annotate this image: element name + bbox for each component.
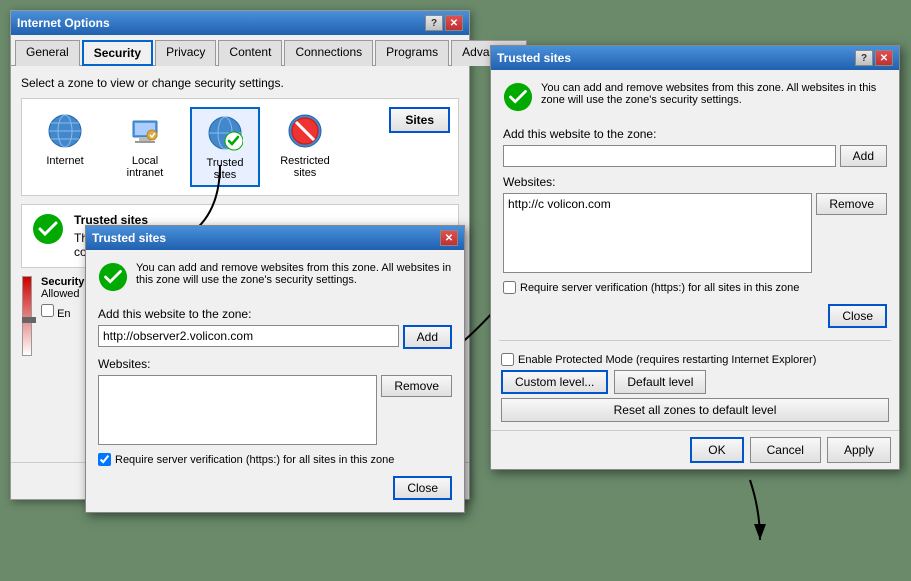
large-input-group: Add bbox=[503, 145, 887, 167]
large-checkbox-label: Require server verification (https:) for… bbox=[520, 282, 799, 294]
small-close-x[interactable]: ✕ bbox=[440, 230, 458, 246]
enable-checkbox-row: En bbox=[41, 304, 84, 320]
enable-label: En bbox=[57, 308, 70, 320]
small-websites-list bbox=[98, 375, 377, 445]
zone-restricted-sites-label: Restricted sites bbox=[274, 155, 336, 179]
zone-internet[interactable]: Internet bbox=[30, 107, 100, 171]
large-websites-area: http://c volicon.com Remove bbox=[503, 193, 887, 273]
security-label-area: Security Allowed En bbox=[41, 276, 84, 320]
large-check-icon bbox=[503, 82, 533, 112]
large-apply-button[interactable]: Apply bbox=[827, 437, 891, 463]
small-dialog-footer: Close bbox=[98, 476, 452, 500]
local-intranet-icon bbox=[125, 111, 165, 151]
large-close-x[interactable]: ✕ bbox=[875, 50, 893, 66]
large-dialog-title: Trusted sites bbox=[497, 51, 571, 65]
small-dialog-desc: You can add and remove websites from thi… bbox=[98, 262, 452, 295]
zone-local-intranet-label: Local intranet bbox=[114, 155, 176, 179]
small-dialog-controls: ✕ bbox=[440, 230, 458, 246]
large-website-input[interactable] bbox=[503, 145, 836, 167]
large-dialog-lower: Enable Protected Mode (requires restarti… bbox=[491, 341, 899, 430]
large-dialog-controls: ? ✕ bbox=[855, 50, 893, 66]
security-label: Security bbox=[41, 276, 84, 288]
large-dialog-footer: Close bbox=[503, 304, 887, 328]
small-input-group: Add bbox=[98, 325, 452, 349]
tab-connections[interactable]: Connections bbox=[284, 40, 373, 66]
zone-description: Select a zone to view or change security… bbox=[21, 76, 459, 90]
small-dialog-desc-text: You can add and remove websites from thi… bbox=[136, 262, 452, 286]
zone-local-intranet[interactable]: Local intranet bbox=[110, 107, 180, 183]
tab-programs[interactable]: Programs bbox=[375, 40, 449, 66]
tab-general[interactable]: General bbox=[15, 40, 80, 66]
small-dialog-titlebar: Trusted sites ✕ bbox=[86, 226, 464, 250]
small-dialog-title: Trusted sites bbox=[92, 231, 166, 245]
close-button[interactable]: ✕ bbox=[445, 15, 463, 31]
main-title-controls: ? ✕ bbox=[425, 15, 463, 31]
tab-bar: General Security Privacy Content Connect… bbox=[11, 35, 469, 66]
large-checkbox-row: Require server verification (https:) for… bbox=[503, 281, 887, 294]
zone-internet-label: Internet bbox=[46, 155, 83, 167]
sites-button[interactable]: Sites bbox=[389, 107, 450, 133]
large-dialog-window-footer: OK Cancel Apply bbox=[491, 430, 899, 469]
large-https-checkbox[interactable] bbox=[503, 281, 516, 294]
protected-mode-row: Enable Protected Mode (requires restarti… bbox=[501, 353, 889, 366]
tab-security[interactable]: Security bbox=[82, 40, 153, 66]
zone-restricted-sites[interactable]: Restricted sites bbox=[270, 107, 340, 183]
large-add-website-row: Add this website to the zone: Add bbox=[503, 127, 887, 167]
large-dialog-desc: You can add and remove websites from thi… bbox=[503, 82, 887, 115]
trusted-sites-icon bbox=[205, 113, 245, 153]
level-buttons-row: Custom level... Default level bbox=[501, 370, 889, 394]
small-close-button[interactable]: Close bbox=[393, 476, 452, 500]
small-add-label: Add this website to the zone: bbox=[98, 307, 452, 321]
large-trusted-sites-dialog: Trusted sites ? ✕ You can add and remove… bbox=[490, 45, 900, 470]
zones-container: Internet Local intranet bbox=[21, 98, 459, 196]
large-dialog-content: You can add and remove websites from thi… bbox=[491, 70, 899, 340]
small-check-icon bbox=[98, 262, 128, 292]
large-add-button[interactable]: Add bbox=[840, 145, 887, 167]
large-remove-button[interactable]: Remove bbox=[816, 193, 887, 215]
small-https-checkbox[interactable] bbox=[98, 453, 111, 466]
main-window-title: Internet Options bbox=[17, 16, 110, 30]
small-remove-button[interactable]: Remove bbox=[381, 375, 452, 397]
large-add-label: Add this website to the zone: bbox=[503, 127, 887, 141]
security-slider[interactable] bbox=[22, 276, 32, 356]
large-dialog-desc-text: You can add and remove websites from thi… bbox=[541, 82, 887, 106]
small-websites-area: Remove bbox=[98, 375, 452, 445]
large-dialog-titlebar: Trusted sites ? ✕ bbox=[491, 46, 899, 70]
large-cancel-button[interactable]: Cancel bbox=[750, 437, 821, 463]
small-add-button[interactable]: Add bbox=[403, 325, 452, 349]
website-item-0[interactable]: http://c volicon.com bbox=[506, 196, 809, 212]
small-trusted-sites-dialog: Trusted sites ✕ You can add and remove w… bbox=[85, 225, 465, 513]
protected-mode-checkbox[interactable] bbox=[501, 353, 514, 366]
large-close-button[interactable]: Close bbox=[828, 304, 887, 328]
default-level-button[interactable]: Default level bbox=[614, 370, 706, 394]
internet-icon bbox=[45, 111, 85, 151]
large-ok-button[interactable]: OK bbox=[690, 437, 743, 463]
reset-all-zones-button[interactable]: Reset all zones to default level bbox=[501, 398, 889, 422]
large-help-btn[interactable]: ? bbox=[855, 50, 873, 66]
tab-content[interactable]: Content bbox=[218, 40, 282, 66]
tab-privacy[interactable]: Privacy bbox=[155, 40, 216, 66]
zone-trusted-sites-label: Trusted sites bbox=[196, 157, 254, 181]
zone-trusted-sites[interactable]: Trusted sites bbox=[190, 107, 260, 187]
small-websites-label: Websites: bbox=[98, 357, 452, 371]
custom-level-button[interactable]: Custom level... bbox=[501, 370, 608, 394]
protected-mode-label: Enable Protected Mode (requires restarti… bbox=[518, 354, 816, 366]
large-websites-label: Websites: bbox=[503, 175, 887, 189]
main-window-titlebar: Internet Options ? ✕ bbox=[11, 11, 469, 35]
restricted-sites-icon bbox=[285, 111, 325, 151]
small-website-input[interactable] bbox=[98, 325, 399, 347]
large-websites-list: http://c volicon.com bbox=[503, 193, 812, 273]
enable-checkbox[interactable] bbox=[41, 304, 54, 317]
small-dialog-content: You can add and remove websites from thi… bbox=[86, 250, 464, 512]
small-add-website-row: Add this website to the zone: Add bbox=[98, 307, 452, 349]
main-title-text: Internet Options bbox=[17, 16, 110, 30]
help-button[interactable]: ? bbox=[425, 15, 443, 31]
check-icon bbox=[32, 213, 64, 245]
allowed-label: Allowed bbox=[41, 288, 84, 300]
small-checkbox-row: Require server verification (https:) for… bbox=[98, 453, 452, 466]
small-checkbox-label: Require server verification (https:) for… bbox=[115, 454, 394, 466]
